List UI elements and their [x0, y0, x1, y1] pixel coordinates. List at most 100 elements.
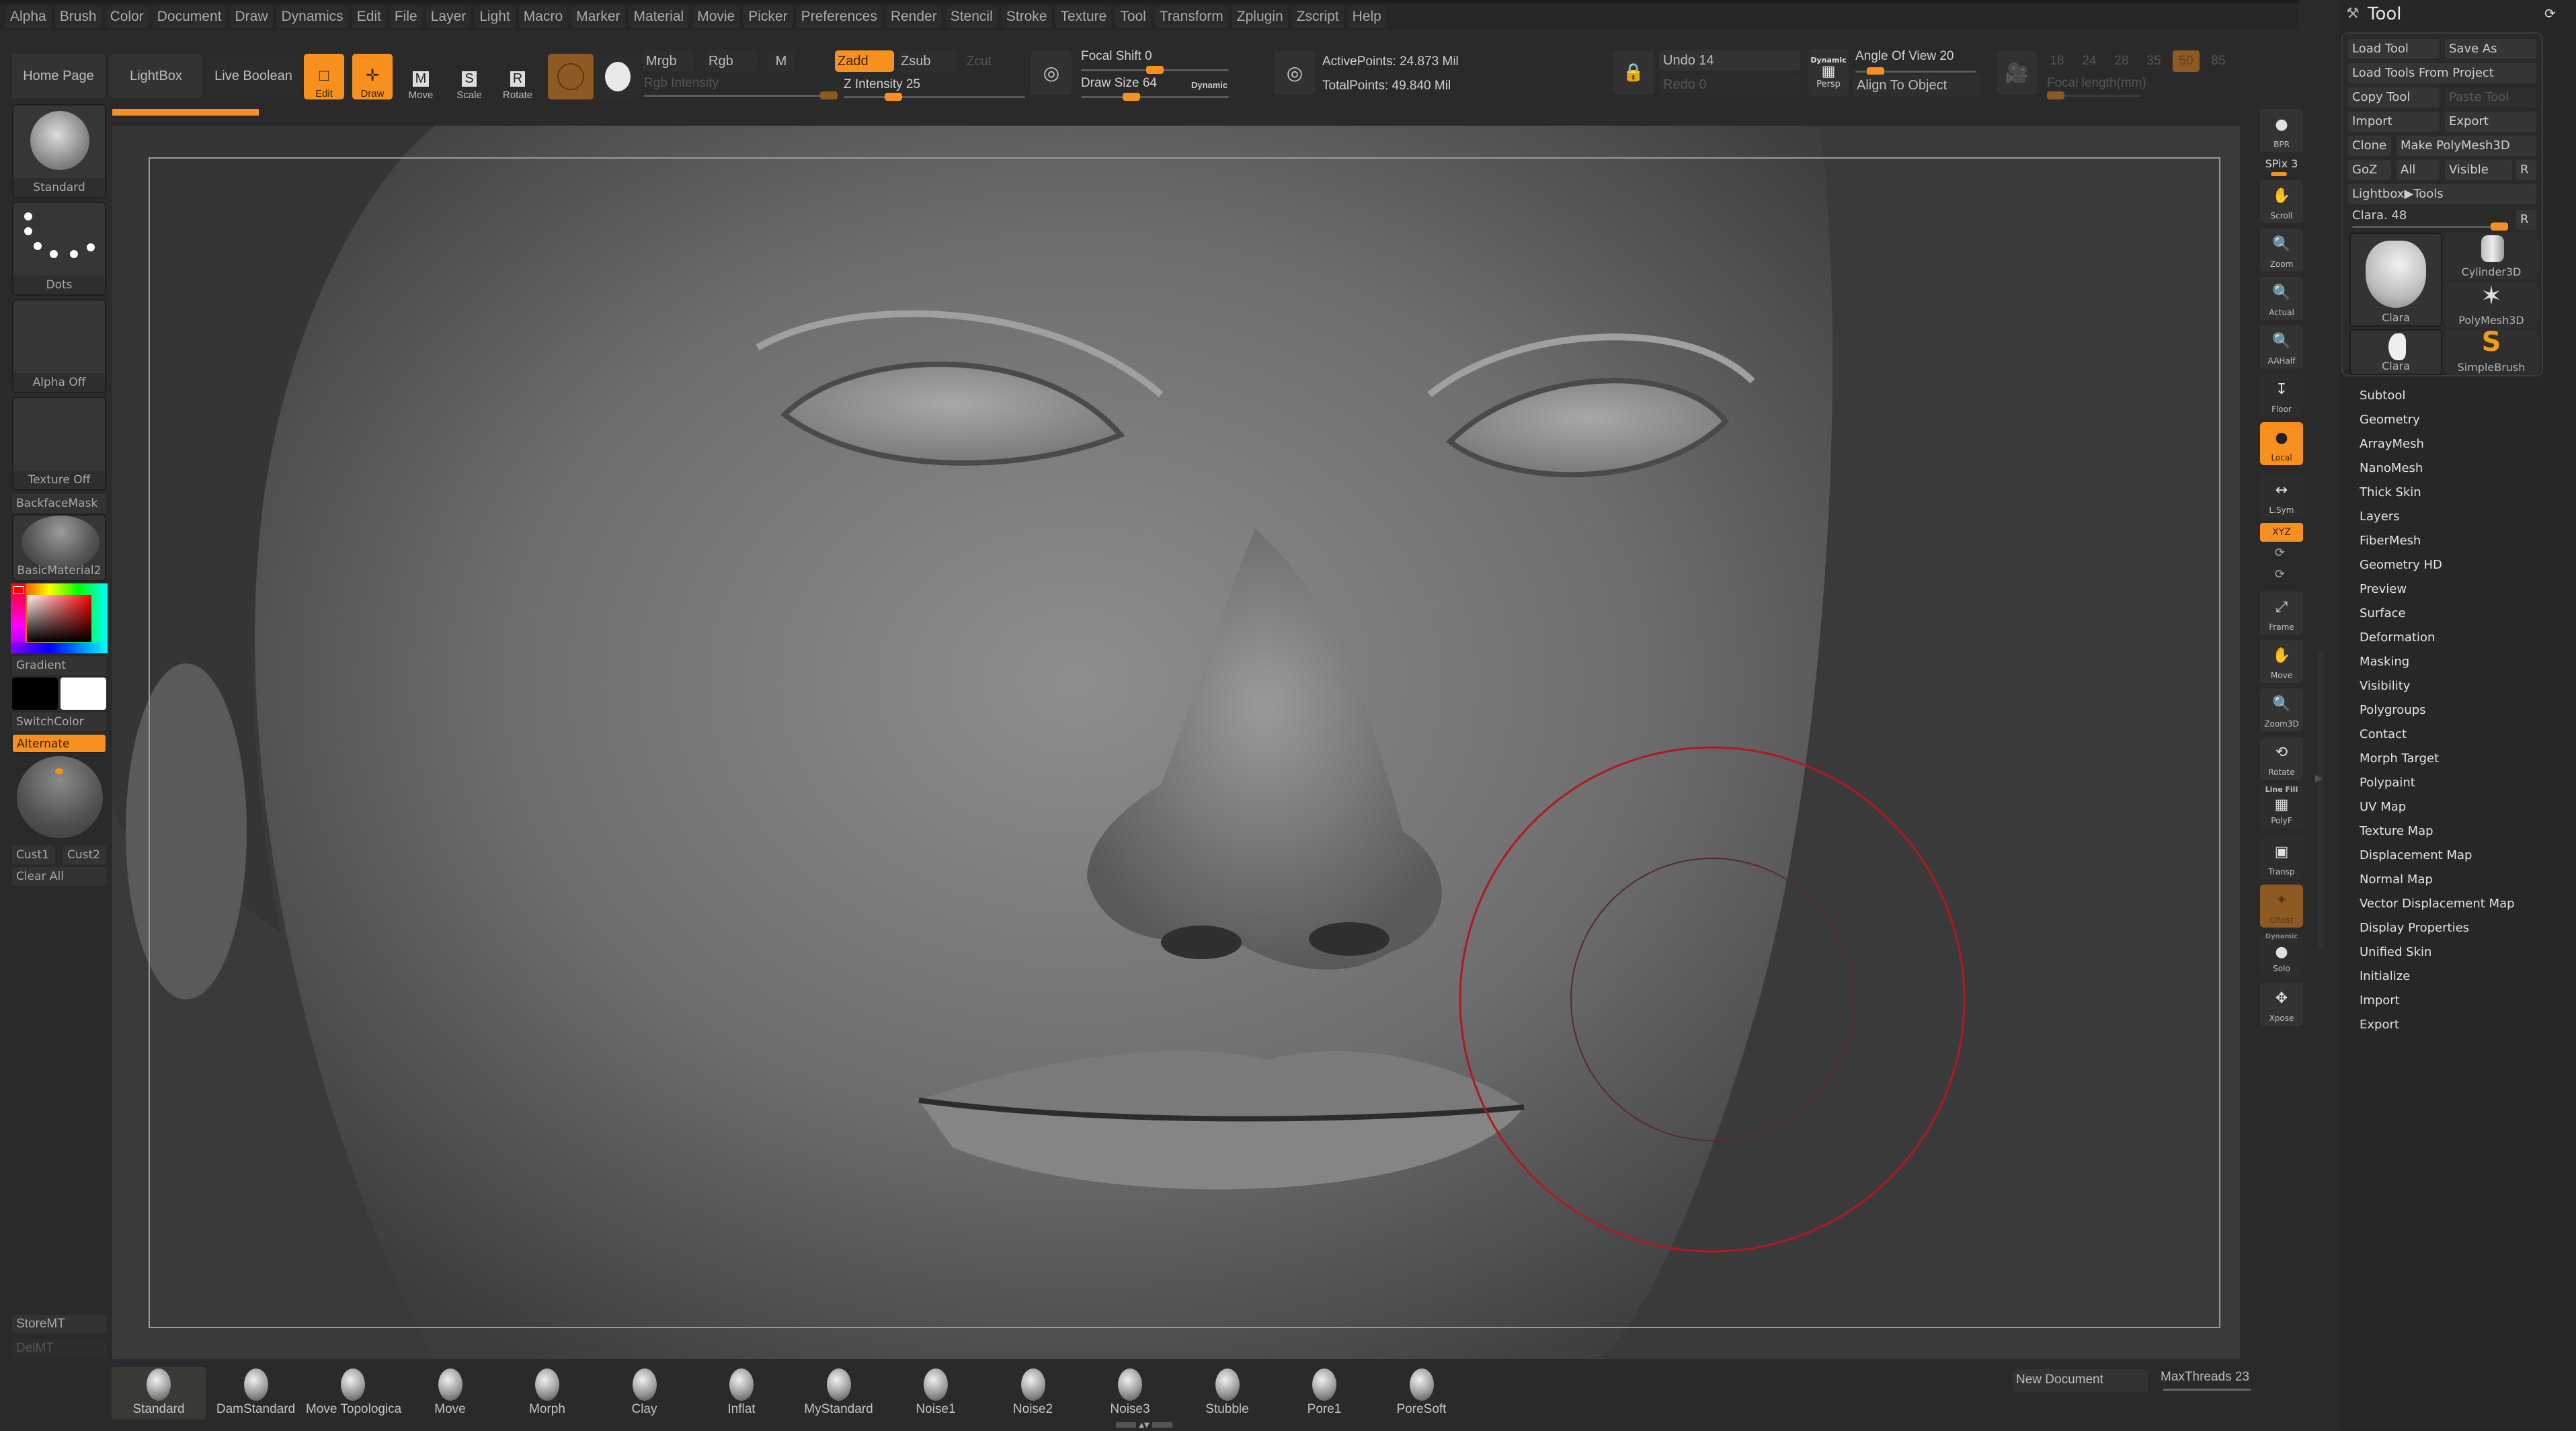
menu-picker[interactable]: Picker — [743, 6, 793, 28]
move-view-button[interactable]: ✋ Move — [2260, 640, 2303, 683]
alpha-selector[interactable]: Alpha Off — [12, 299, 106, 393]
brush-standard[interactable]: Standard — [112, 1367, 206, 1420]
brush-inflat[interactable]: Inflat — [694, 1367, 789, 1420]
material-selector[interactable]: BasicMaterial2 — [12, 514, 106, 581]
tool-thumb-cylinder3d[interactable]: Cylinder3D — [2445, 233, 2538, 280]
goz-all-button[interactable]: All — [2397, 160, 2440, 180]
light-position-dot[interactable] — [55, 768, 63, 774]
tool-subpalette-import[interactable]: Import — [2360, 993, 2400, 1008]
ghost-button[interactable]: ✦ Ghost — [2260, 885, 2303, 928]
palette-reset-icon[interactable]: ⟳ — [2544, 5, 2556, 22]
cust2-button[interactable]: Cust2 — [63, 846, 106, 864]
tool-subpalette-preview[interactable]: Preview — [2360, 582, 2407, 596]
stroke-d-button[interactable]: ◎ — [1275, 50, 1315, 95]
tool-slider-r-button[interactable]: R — [2516, 210, 2536, 230]
menu-zplugin[interactable]: Zplugin — [1232, 6, 1288, 28]
brush-selector[interactable]: Standard — [12, 104, 106, 198]
rgb-intensity-slider[interactable] — [644, 91, 838, 99]
menu-draw[interactable]: Draw — [230, 6, 273, 28]
draw-mode-button[interactable]: ✛ Draw — [352, 54, 393, 99]
undo-button[interactable]: Undo 14 — [1659, 50, 1800, 71]
tool-thumb-clara-small[interactable]: Clara — [2349, 329, 2442, 375]
edit-mode-button[interactable]: □ Edit — [304, 54, 344, 99]
gradient-button[interactable]: Gradient — [12, 656, 106, 675]
tool-subpalette-uv-map[interactable]: UV Map — [2360, 800, 2406, 814]
tool-thumb-polymesh3d[interactable]: ✶ PolyMesh3D — [2445, 281, 2538, 328]
aahalf-button[interactable]: 🔍 AAHalf — [2260, 325, 2303, 368]
tool-subpalette-masking[interactable]: Masking — [2360, 655, 2409, 669]
tool-subpalette-nanomesh[interactable]: NanoMesh — [2360, 461, 2423, 475]
draw-size-slider[interactable] — [1081, 93, 1229, 101]
focal-length-18[interactable]: 18 — [2044, 50, 2070, 72]
light-sphere[interactable] — [17, 756, 103, 838]
focal-length-85[interactable]: 85 — [2205, 50, 2232, 72]
zcut-button[interactable]: Zcut — [967, 54, 992, 69]
rotate-mode-button[interactable]: R Rotate — [497, 54, 538, 101]
tool-thumb-clara-large[interactable]: Clara — [2349, 233, 2442, 327]
brush-noise2[interactable]: Noise2 — [986, 1367, 1080, 1420]
xyz-rotate-button[interactable]: XYZ — [2260, 523, 2303, 542]
tool-subpalette-geometry-hd[interactable]: Geometry HD — [2360, 558, 2442, 572]
store-mt-button[interactable]: StoreMT — [12, 1315, 106, 1334]
scale-mode-button[interactable]: S Scale — [449, 54, 489, 101]
rotate-view-button[interactable]: ⟲ Rotate — [2260, 737, 2303, 780]
focal-length-50[interactable]: 50 — [2173, 50, 2200, 72]
backface-mask-button[interactable]: BackfaceMask — [12, 494, 106, 513]
rgb-intensity-knob[interactable] — [820, 91, 838, 99]
clear-all-button[interactable]: Clear All — [12, 867, 106, 886]
menu-texture[interactable]: Texture — [1055, 6, 1112, 28]
tool-subpalette-fibermesh[interactable]: FiberMesh — [2360, 534, 2421, 548]
tool-subpalette-arraymesh[interactable]: ArrayMesh — [2360, 437, 2424, 451]
menu-layer[interactable]: Layer — [426, 6, 471, 28]
focal-length-35[interactable]: 35 — [2140, 50, 2167, 72]
current-tool-slider[interactable] — [2352, 222, 2508, 231]
load-tools-from-project-button[interactable]: Load Tools From Project — [2348, 63, 2536, 83]
tool-subpalette-export[interactable]: Export — [2360, 1018, 2399, 1032]
tool-subpalette-texture-map[interactable]: Texture Map — [2360, 824, 2433, 838]
menu-movie[interactable]: Movie — [692, 6, 740, 28]
mrgb-button[interactable]: Mrgb — [642, 50, 694, 72]
tool-subpalette-thick-skin[interactable]: Thick Skin — [2360, 485, 2421, 499]
tool-subpalette-initialize[interactable]: Initialize — [2360, 969, 2410, 983]
goz-visible-button[interactable]: Visible — [2445, 160, 2512, 180]
paste-tool-button[interactable]: Paste Tool — [2445, 87, 2536, 108]
rgb-button[interactable]: Rgb — [705, 50, 757, 72]
focal-length-24[interactable]: 24 — [2076, 50, 2103, 72]
lightbox-tools-button[interactable]: Lightbox▶Tools — [2348, 184, 2536, 204]
draw-size-knob[interactable] — [1123, 93, 1141, 101]
tool-subpalette-vector-displacement-map[interactable]: Vector Displacement Map — [2360, 897, 2515, 911]
zoom3d-button[interactable]: 🔍 Zoom3D — [2260, 688, 2303, 731]
tray-scrollbar[interactable] — [2318, 652, 2323, 948]
tool-subpalette-visibility[interactable]: Visibility — [2360, 679, 2410, 693]
secondary-color-black[interactable] — [12, 678, 58, 710]
tool-subpalette-contact[interactable]: Contact — [2360, 727, 2407, 741]
tool-subpalette-deformation[interactable]: Deformation — [2360, 630, 2435, 645]
y-rotate-button[interactable]: ⟳ — [2275, 546, 2285, 560]
align-to-object-button[interactable]: Align To Object — [1853, 75, 1980, 96]
focal-shift-knob[interactable] — [1146, 66, 1164, 74]
focal-length-knob[interactable] — [2047, 91, 2064, 99]
tool-subpalette-normal-map[interactable]: Normal Map — [2360, 872, 2433, 887]
color-picker[interactable] — [11, 583, 108, 653]
max-threads-slider[interactable]: MaxThreads 23 — [2161, 1370, 2249, 1385]
del-mt-button[interactable]: DelMT — [12, 1339, 106, 1358]
bpr-button[interactable]: ● BPR — [2260, 109, 2303, 152]
menu-material[interactable]: Material — [629, 6, 689, 28]
menu-light[interactable]: Light — [475, 6, 515, 28]
z-intensity-knob[interactable] — [885, 93, 902, 101]
texture-selector[interactable]: Texture Off — [12, 397, 106, 491]
menu-color[interactable]: Color — [105, 6, 149, 28]
goz-button[interactable]: GoZ — [2348, 160, 2391, 180]
tool-subpalette-subtool[interactable]: Subtool — [2360, 389, 2405, 403]
lightbox-button[interactable]: LightBox — [110, 54, 202, 98]
menu-dynamics[interactable]: Dynamics — [276, 6, 348, 28]
lock-camera-button[interactable]: 🔒 — [1613, 50, 1654, 95]
secondary-color-white[interactable] — [61, 678, 106, 710]
brush-move[interactable]: Move — [403, 1367, 497, 1420]
zoom-button[interactable]: 🔍 Zoom — [2260, 229, 2303, 272]
spix-slider[interactable]: SPix 3 — [2259, 157, 2304, 170]
local-button[interactable]: ● Local — [2260, 422, 2303, 465]
tool-thumb-simplebrush[interactable]: S SimpleBrush — [2445, 329, 2538, 375]
brush-stubble[interactable]: Stubble — [1180, 1367, 1275, 1420]
alternate-button[interactable]: Alternate — [12, 734, 106, 753]
